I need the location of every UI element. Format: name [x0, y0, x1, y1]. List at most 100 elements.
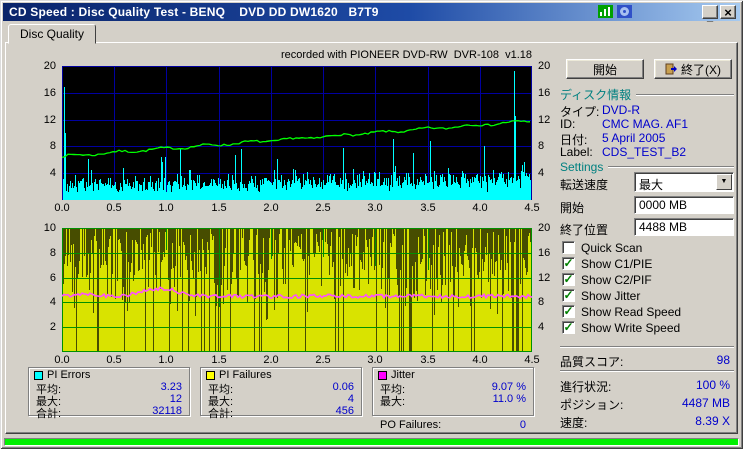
jitter-stats-box: Jitter 平均: 9.07 % 最大: 11.0 %	[372, 367, 534, 416]
divider	[560, 346, 734, 348]
pi-errors-swatch	[34, 370, 43, 380]
jitter-swatch	[378, 370, 387, 380]
minimize-button[interactable]: _	[702, 5, 718, 23]
stat-value: 32118	[152, 405, 182, 417]
chevron-down-icon[interactable]: ▼	[716, 174, 732, 190]
window-title: CD Speed : Disc Quality Test - BENQ DVD …	[9, 5, 379, 19]
end-position-input[interactable]	[634, 218, 734, 236]
progress-label: 進行状況:	[560, 380, 612, 394]
checkbox-label: Show Jitter	[581, 289, 641, 303]
disc-info-row-date: 日付: 5 April 2005	[560, 131, 734, 147]
checkbox-box[interactable]	[562, 241, 575, 254]
stat-label: 最大:	[380, 396, 406, 408]
row-label: ID:	[560, 117, 576, 131]
transfer-rate-value: 最大	[639, 178, 664, 192]
divider	[560, 370, 734, 372]
pi-failures-jitter-chart	[62, 228, 532, 352]
checkbox-show-c1-pie[interactable]: ✓ Show C1/PIE	[562, 257, 734, 271]
stat-value: 0.06	[332, 381, 354, 393]
settings-header-label: Settings	[560, 160, 604, 174]
side-panel: 開始 終了(X) ディスク情報 タイプ: DVD-R ID: CMC MAG. …	[558, 46, 736, 432]
disc-info-row-id: ID: CMC MAG. AF1	[560, 117, 734, 131]
row-value: DVD-R	[602, 103, 640, 117]
chart2-x-axis: 0.0 0.5 1.0 1.5 2.0 2.5 3.0 3.5 4.0 4.5	[54, 354, 540, 366]
disc-info-row-type: タイプ: DVD-R	[560, 103, 734, 119]
checkbox-box[interactable]: ✓	[562, 321, 575, 334]
checkbox-label: Show Write Speed	[581, 321, 681, 335]
row-value: 5 April 2005	[602, 131, 666, 145]
position-value: 4487 MB	[681, 396, 730, 410]
checkbox-label: Quick Scan	[581, 241, 643, 255]
quality-score-value: 98	[716, 353, 730, 367]
quality-score-label: 品質スコア:	[560, 355, 624, 369]
stat-value: 12	[169, 393, 182, 405]
stat-value: 9.07 %	[491, 381, 526, 393]
pi-failures-stats-title: PI Failures	[219, 369, 272, 381]
exit-icon	[665, 63, 677, 75]
stat-label: 最大:	[208, 396, 234, 408]
chart2-right-axis: 4 8 12 16 20	[538, 222, 551, 333]
transfer-rate-label: 転送速度	[560, 178, 609, 192]
exit-button-label: 終了(X)	[681, 62, 721, 77]
checkbox-quick-scan[interactable]: Quick Scan	[562, 241, 734, 255]
chart1-x-axis: 0.0 0.5 1.0 1.5 2.0 2.5 3.0 3.5 4.0 4.5	[54, 202, 540, 214]
pi-errors-stats-title: PI Errors	[47, 369, 91, 381]
row-value: CMC MAG. AF1	[602, 117, 689, 131]
stat-value: 456	[335, 405, 354, 417]
stat-label: 合計:	[36, 408, 62, 420]
checkbox-show-c2-pif[interactable]: ✓ Show C2/PIF	[562, 273, 734, 287]
graph-icon[interactable]	[597, 5, 613, 19]
start-button[interactable]: 開始	[566, 59, 644, 79]
graph-icon-svg	[597, 5, 613, 18]
disc-info-row-label: Label: CDS_TEST_B2	[560, 145, 734, 159]
pi-failures-stats-box: PI Failures 平均: 0.06 最大: 4 合計: 456	[200, 367, 362, 420]
close-button[interactable]: ×	[720, 5, 736, 19]
stat-label: 平均:	[208, 384, 234, 396]
disc-info-header: ディスク情報	[560, 86, 734, 103]
checkbox-show-read-speed[interactable]: ✓ Show Read Speed	[562, 305, 734, 319]
position-row: ポジション: 4487 MB	[560, 396, 734, 412]
jitter-stats-title: Jitter	[391, 369, 415, 381]
progress-value: 100 %	[695, 378, 730, 392]
disc-icon[interactable]	[616, 5, 632, 19]
start-position-label: 開始	[560, 201, 585, 215]
app-window: CD Speed : Disc Quality Test - BENQ DVD …	[0, 0, 743, 449]
tab-disc-quality[interactable]: Disc Quality	[8, 24, 96, 44]
checkbox-label: Show C1/PIE	[581, 257, 653, 271]
stat-value: 3.23	[160, 381, 182, 393]
title-bar: CD Speed : Disc Quality Test - BENQ DVD …	[3, 3, 740, 23]
progress-bar-fill	[5, 439, 738, 445]
speed-value: 8.39 X	[695, 414, 730, 428]
row-value: CDS_TEST_B2	[602, 145, 687, 159]
checkbox-box[interactable]: ✓	[562, 273, 575, 286]
stat-label: 平均:	[380, 384, 406, 396]
pi-errors-stats-box: PI Errors 平均: 3.23 最大: 12 合計: 32118	[28, 367, 190, 420]
checkbox-box[interactable]: ✓	[562, 257, 575, 270]
stat-value: 4	[347, 393, 354, 405]
chart2-left-axis: 2 4 6 8 10	[43, 222, 56, 333]
po-failures-row: PO Failures: 0	[380, 419, 526, 431]
transfer-rate-select[interactable]: 最大 ▼	[634, 172, 734, 192]
po-failures-value: 0	[519, 419, 526, 431]
stat-label: 平均:	[36, 384, 62, 396]
start-position-input[interactable]	[634, 196, 734, 214]
disc-info-header-label: ディスク情報	[560, 88, 632, 102]
exit-button[interactable]: 終了(X)	[654, 59, 732, 79]
position-label: ポジション:	[560, 398, 624, 412]
speed-row: 速度: 8.39 X	[560, 414, 734, 430]
pi-failures-swatch	[206, 370, 215, 380]
checkbox-show-write-speed[interactable]: ✓ Show Write Speed	[562, 321, 734, 335]
progress-row: 進行状況: 100 %	[560, 378, 734, 394]
checkbox-show-jitter[interactable]: ✓ Show Jitter	[562, 289, 734, 303]
chart1-left-axis: 4 8 12 16 20	[43, 60, 56, 179]
divider	[608, 166, 734, 168]
stat-label: 合計:	[208, 408, 234, 420]
divider	[636, 93, 734, 96]
chart1-right-axis: 4 8 12 16 20	[538, 60, 551, 179]
disc-icon-svg	[616, 5, 632, 18]
checkbox-label: Show C2/PIF	[581, 273, 652, 287]
checkbox-box[interactable]: ✓	[562, 289, 575, 302]
minimize-glyph: _	[706, 11, 714, 23]
stat-value: 11.0 %	[492, 393, 526, 405]
checkbox-box[interactable]: ✓	[562, 305, 575, 318]
